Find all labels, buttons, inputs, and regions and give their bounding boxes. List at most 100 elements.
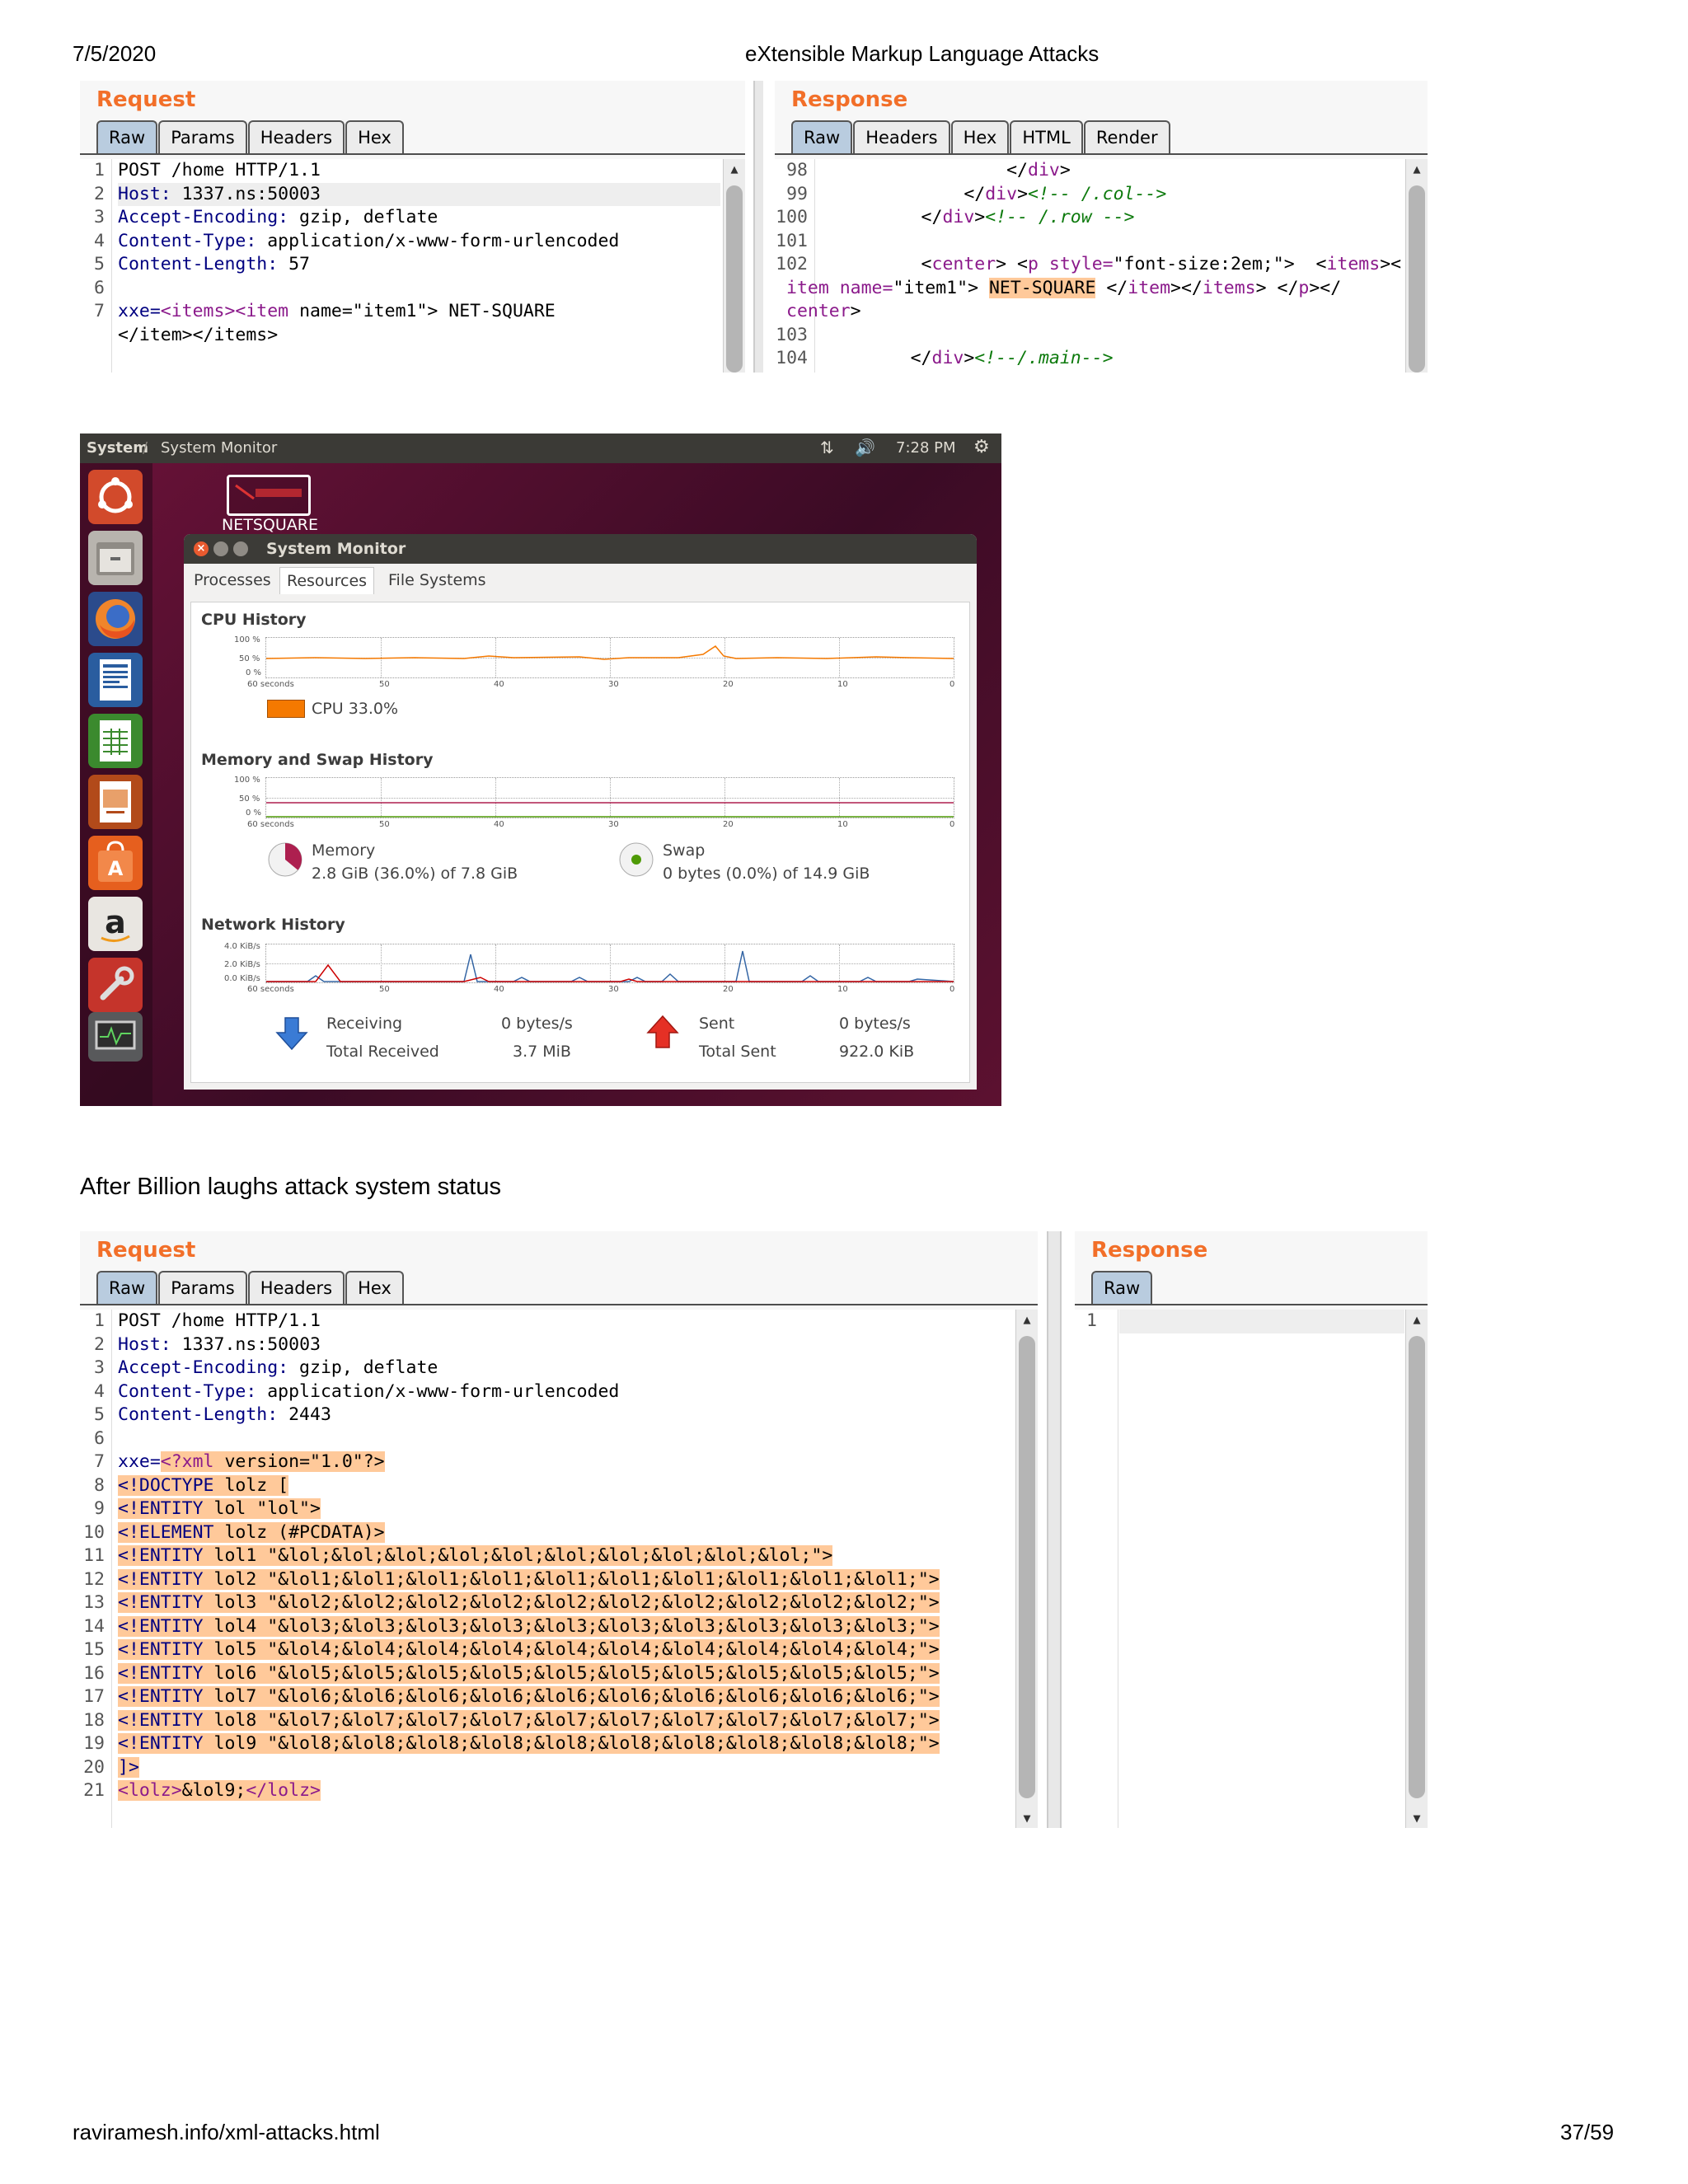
clock[interactable]: 7:28 PM	[896, 439, 956, 457]
vertical-scrollbar[interactable]: ▲	[1405, 159, 1428, 373]
vertical-scrollbar[interactable]: ▲	[723, 159, 745, 373]
swap-value: 0 bytes (0.0%) of 14.9 GiB	[663, 865, 870, 883]
tab-headers[interactable]: Headers	[247, 120, 345, 154]
tab-resources[interactable]: Resources	[279, 567, 375, 594]
response-editor[interactable]: 98 99 100 101 102 103 104 </div> </div><…	[775, 159, 1428, 373]
request-title: Request	[96, 1238, 196, 1263]
scroll-down-icon[interactable]: ▼	[1016, 1808, 1038, 1828]
tab-raw[interactable]: Raw	[1091, 1271, 1153, 1305]
request-editor[interactable]: 1 2 3 4 5 6 7 POST /home HTTP/1.1 Host: …	[80, 159, 745, 373]
network-arrows-icon[interactable]: ⇅	[820, 438, 834, 457]
firefox-icon[interactable]	[88, 592, 143, 646]
cpu-graph	[265, 637, 954, 678]
request-code: POST /home HTTP/1.1 Host: 1337.ns:50003 …	[118, 1310, 1013, 1803]
desktop-logo-text: NETSQUARE	[222, 516, 318, 534]
code-line: </div><!-- /.row -->	[836, 207, 1135, 227]
total-sent-value: 922.0 KiB	[839, 1043, 915, 1061]
gear-icon[interactable]: ⚙	[973, 437, 990, 457]
scrollbar-thumb[interactable]	[1409, 185, 1425, 373]
arrow-up-icon[interactable]	[645, 1015, 681, 1051]
memory-pie-icon[interactable]	[267, 841, 303, 878]
tab-raw[interactable]: Raw	[791, 120, 853, 154]
response-tabs: Raw Headers Hex HTML Render	[791, 120, 1171, 154]
svg-text:a: a	[105, 904, 126, 940]
monitor-tabs: Processes Resources File Systems	[184, 564, 977, 595]
code-line: <center> <p style="font-size:2em;"> <ite…	[836, 254, 1402, 274]
amazon-icon[interactable]: a	[88, 897, 143, 951]
scroll-up-icon[interactable]: ▲	[1406, 1310, 1428, 1329]
file-manager-icon[interactable]	[88, 531, 143, 585]
system-monitor-icon[interactable]	[88, 1012, 143, 1062]
software-center-icon[interactable]: A	[88, 836, 143, 890]
tab-params[interactable]: Params	[158, 1271, 247, 1305]
ubuntu-dash-icon[interactable]	[88, 470, 143, 524]
writer-icon[interactable]	[88, 653, 143, 707]
svg-text:A: A	[108, 857, 124, 880]
scroll-down-icon[interactable]: ▼	[1406, 1808, 1428, 1828]
tab-hex[interactable]: Hex	[950, 120, 1010, 154]
total-received-value: 3.7 MiB	[513, 1043, 571, 1061]
response-title: Response	[1091, 1238, 1208, 1263]
calc-icon[interactable]	[88, 714, 143, 768]
request-tabs: Raw Params Headers Hex	[96, 1271, 405, 1305]
impress-icon[interactable]	[88, 775, 143, 829]
close-icon[interactable]: ×	[194, 541, 209, 556]
settings-icon[interactable]	[88, 958, 143, 1012]
tab-render[interactable]: Render	[1083, 120, 1170, 154]
line-number-gutter: 98 99 100 101 102 103 104	[775, 159, 815, 373]
response-tabs: Raw	[1091, 1271, 1153, 1305]
receiving-value: 0 bytes/s	[501, 1015, 573, 1033]
code-line: <!ENTITY lol2 "&lol1;&lol1;&lol1;&lol1;&…	[118, 1568, 940, 1590]
tab-raw[interactable]: Raw	[96, 1271, 158, 1305]
scrollbar-thumb[interactable]	[1409, 1336, 1425, 1798]
scrollbar-thumb[interactable]	[726, 185, 743, 373]
scroll-up-icon[interactable]: ▲	[1406, 159, 1428, 179]
minimize-icon[interactable]	[213, 541, 228, 556]
arrow-down-icon[interactable]	[274, 1015, 310, 1051]
maximize-icon[interactable]	[233, 541, 248, 556]
memory-graph	[265, 777, 954, 818]
code-line: <!ELEMENT lolz (#PCDATA)>	[118, 1521, 385, 1543]
memory-label: Memory	[312, 841, 376, 860]
code-line: <!ENTITY lol "lol">	[118, 1498, 321, 1519]
window-title: System Monitor	[266, 540, 406, 558]
scrollbar-thumb[interactable]	[1019, 1336, 1035, 1798]
swap-pie-icon[interactable]	[618, 841, 654, 878]
cpu-history-heading: CPU History	[201, 611, 307, 629]
tab-hex[interactable]: Hex	[345, 1271, 404, 1305]
unity-launcher: A a	[80, 463, 152, 1106]
code-line	[1119, 1310, 1404, 1333]
response-panel-1: Response Raw Headers Hex HTML Render 98 …	[775, 81, 1428, 373]
response-code	[1119, 1310, 1404, 1333]
scroll-up-icon[interactable]: ▲	[1016, 1310, 1038, 1329]
scroll-up-icon[interactable]: ▲	[724, 159, 745, 179]
response-panel-2: Response Raw 1 ▲ ▼	[1075, 1231, 1428, 1828]
print-date: 7/5/2020	[73, 41, 157, 66]
tab-hex[interactable]: Hex	[345, 120, 404, 154]
code-line: </div><!--/.main-->	[836, 348, 1114, 368]
tab-raw[interactable]: Raw	[96, 120, 158, 154]
system-monitor-screenshot: System / System Monitor ⇅ 🔊 7:28 PM ⚙ A	[80, 434, 1001, 1106]
vertical-scrollbar[interactable]: ▲ ▼	[1405, 1310, 1428, 1828]
response-code: </div> </div><!-- /.col--> </div><!-- /.…	[786, 159, 1403, 371]
tab-headers[interactable]: Headers	[247, 1271, 345, 1305]
print-url: raviramesh.info/xml-attacks.html	[73, 2120, 380, 2144]
request-editor[interactable]: 1 2 3 4 5 6 7 8 9 10 11 12 13 14 15 16 1…	[80, 1310, 1038, 1828]
code-line: Host: 1337.ns:50003	[118, 182, 720, 206]
tab-file-systems[interactable]: File Systems	[382, 567, 493, 593]
tab-processes[interactable]: Processes	[187, 567, 278, 593]
code-line: <!ENTITY lol4 "&lol3;&lol3;&lol3;&lol3;&…	[118, 1615, 940, 1637]
split-divider[interactable]	[753, 81, 763, 373]
volume-icon[interactable]: 🔊	[855, 438, 875, 457]
cpu-color-swatch[interactable]	[267, 700, 305, 718]
netsquare-logo-icon	[227, 475, 311, 516]
tab-html[interactable]: HTML	[1010, 120, 1083, 154]
tab-params[interactable]: Params	[158, 120, 247, 154]
tab-headers[interactable]: Headers	[853, 120, 950, 154]
split-divider[interactable]	[1047, 1231, 1062, 1828]
cpu-value: 33.0%	[348, 700, 399, 718]
vertical-scrollbar[interactable]: ▲ ▼	[1015, 1310, 1038, 1828]
response-editor[interactable]: 1 ▲ ▼	[1075, 1310, 1428, 1828]
